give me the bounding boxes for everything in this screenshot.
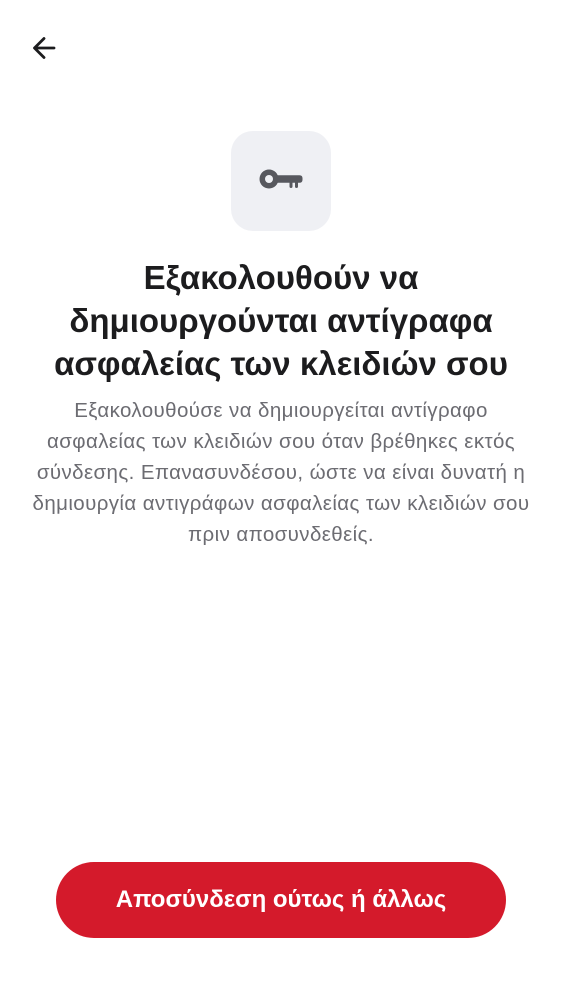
arrow-left-icon [30, 34, 58, 67]
back-button[interactable] [22, 28, 66, 72]
key-icon [257, 165, 305, 198]
sign-out-anyway-button[interactable]: Αποσύνδεση ούτως ή άλλως [56, 862, 506, 938]
key-icon-tile [231, 131, 331, 231]
screen: Εξακολουθούν να δημιουργούνται αντίγραφα… [0, 0, 562, 1000]
page-title: Εξακολουθούν να δημιουργούνται αντίγραφα… [54, 259, 508, 382]
page-description: Εξακολουθούσε να δημιουργείται αντίγραφο… [32, 399, 530, 546]
